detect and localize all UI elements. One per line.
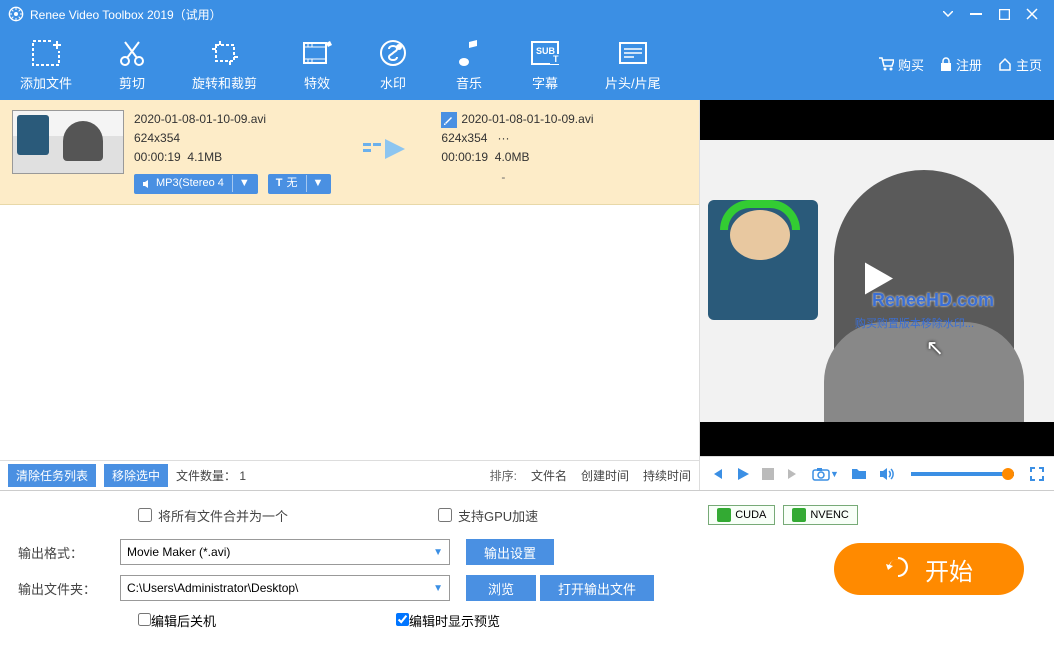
tool-music[interactable]: 音乐 xyxy=(445,33,493,96)
merge-checkbox[interactable]: 将所有文件合并为一个 xyxy=(138,506,288,525)
tool-cut[interactable]: 剪切 xyxy=(108,33,156,96)
gpu-checkbox[interactable]: 支持GPU加速 xyxy=(438,506,538,525)
edit-icon[interactable] xyxy=(441,112,457,128)
main-toolbar: 添加文件 剪切 旋转和裁剪 特效 水印 音乐 SUBT 字幕 片头/片尾 购买 … xyxy=(0,28,1054,100)
folder-combo[interactable]: C:\Users\Administrator\Desktop\▼ xyxy=(120,575,450,601)
list-toolbar: 清除任务列表 移除选中 文件数量： 1 排序: 文件名 创建时间 持续时间 xyxy=(0,460,699,490)
preview-panel: ReneeHD.com 购买购置版本移除水印... ↖ ▼ xyxy=(700,100,1054,490)
play-button[interactable] xyxy=(736,467,750,481)
open-folder-button[interactable] xyxy=(851,467,867,480)
speaker-icon xyxy=(142,179,152,189)
start-button[interactable]: 开始 xyxy=(834,543,1024,595)
nvenc-badge: NVENC xyxy=(783,505,858,525)
home-link[interactable]: 主页 xyxy=(998,55,1042,74)
input-thumbnail xyxy=(12,110,124,174)
preview-frame: ReneeHD.com 购买购置版本移除水印... ↖ xyxy=(700,140,1054,422)
open-output-button[interactable]: 打开输出文件 xyxy=(540,575,654,601)
output-file-info: 2020-01-08-01-10-09.avi 624x354 ··· 00:0… xyxy=(441,110,593,187)
volume-button[interactable] xyxy=(879,467,895,481)
fullscreen-button[interactable] xyxy=(1030,467,1044,481)
output-settings-button[interactable]: 输出设置 xyxy=(466,539,554,565)
stop-button[interactable] xyxy=(762,468,774,480)
arrow-icon xyxy=(361,135,411,168)
cuda-badge: CUDA xyxy=(708,505,775,525)
shutdown-checkbox[interactable]: 编辑后关机 xyxy=(138,611,216,630)
effects-icon xyxy=(301,37,333,69)
clear-list-button[interactable]: 清除任务列表 xyxy=(8,464,96,487)
file-list-panel: 2020-01-08-01-10-09.avi 624x354 00:00:19… xyxy=(0,100,700,490)
cursor-icon: ↖ xyxy=(926,335,944,361)
remove-selected-button[interactable]: 移除选中 xyxy=(104,464,168,487)
folder-label: 输出文件夹： xyxy=(18,579,120,598)
browse-button[interactable]: 浏览 xyxy=(466,575,536,601)
preview-edit-checkbox[interactable]: 编辑时显示预览 xyxy=(396,611,500,630)
watermark-icon xyxy=(377,37,409,69)
buy-link[interactable]: 购买 xyxy=(878,55,924,74)
dropdown-icon[interactable] xyxy=(934,4,962,24)
title-bar: Renee Video Toolbox 2019（试用） xyxy=(0,0,1054,28)
home-icon xyxy=(998,57,1012,71)
subtitle-icon: SUBT xyxy=(529,37,561,69)
format-combo[interactable]: Movie Maker (*.avi)▼ xyxy=(120,539,450,565)
close-button[interactable] xyxy=(1018,4,1046,24)
intro-icon xyxy=(617,37,649,69)
tool-add-file[interactable]: 添加文件 xyxy=(12,33,80,96)
maximize-button[interactable] xyxy=(990,4,1018,24)
input-file-info: 2020-01-08-01-10-09.avi 624x354 00:00:19… xyxy=(134,110,331,194)
output-settings-panel: 将所有文件合并为一个 支持GPU加速 CUDA NVENC 输出格式： Movi… xyxy=(0,490,1054,650)
snapshot-button[interactable]: ▼ xyxy=(812,467,839,481)
volume-slider[interactable] xyxy=(911,472,1014,476)
audio-tag-button[interactable]: MP3(Stereo 4▼ xyxy=(134,174,258,194)
tool-intro-outro[interactable]: 片头/片尾 xyxy=(597,33,669,96)
text-tag-button[interactable]: T无▼ xyxy=(268,174,332,194)
file-count-label: 文件数量： 1 xyxy=(176,467,246,484)
prev-button[interactable] xyxy=(710,467,724,481)
preview-controls: ▼ xyxy=(700,456,1054,490)
watermark-sub: 购买购置版本移除水印... xyxy=(855,315,974,331)
sort-by-created[interactable]: 创建时间 xyxy=(581,467,629,484)
minimize-button[interactable] xyxy=(962,4,990,24)
tool-watermark[interactable]: 水印 xyxy=(369,33,417,96)
format-label: 输出格式： xyxy=(18,543,120,562)
app-title: Renee Video Toolbox 2019（试用） xyxy=(30,6,222,23)
next-button[interactable] xyxy=(786,467,800,481)
svg-text:T: T xyxy=(553,54,559,64)
tool-rotate-crop[interactable]: 旋转和裁剪 xyxy=(184,33,265,96)
cart-icon xyxy=(878,57,894,71)
refresh-icon xyxy=(885,556,911,582)
sort-label: 排序: xyxy=(490,467,517,484)
register-link[interactable]: 注册 xyxy=(940,55,982,74)
crop-icon xyxy=(209,37,241,69)
music-icon xyxy=(453,37,485,69)
play-overlay-button[interactable] xyxy=(853,255,901,308)
file-row[interactable]: 2020-01-08-01-10-09.avi 624x354 00:00:19… xyxy=(0,100,699,205)
tool-subtitle[interactable]: SUBT 字幕 xyxy=(521,33,569,96)
scissors-icon xyxy=(116,37,148,69)
lock-icon xyxy=(940,57,952,71)
sort-by-duration[interactable]: 持续时间 xyxy=(643,467,691,484)
app-logo-icon xyxy=(8,6,24,22)
tool-effects[interactable]: 特效 xyxy=(293,33,341,96)
add-file-icon xyxy=(30,37,62,69)
sort-by-name[interactable]: 文件名 xyxy=(531,467,567,484)
output-tag-placeholder: - xyxy=(501,168,593,187)
